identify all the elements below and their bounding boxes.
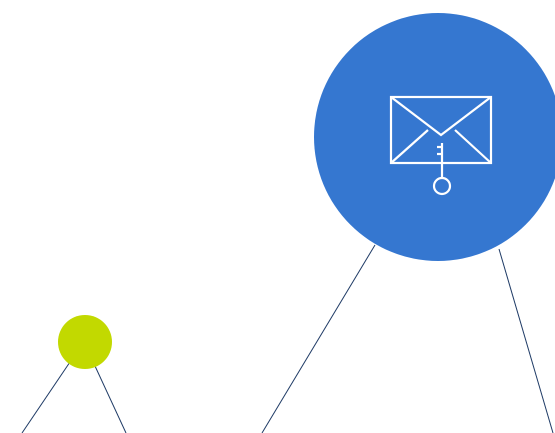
connector-line-large-right (498, 248, 554, 433)
connector-line-small-right (94, 365, 127, 433)
diagram-svg (21, 13, 555, 433)
diagram-canvas (0, 0, 555, 433)
connector-line-large-left (261, 244, 376, 433)
primary-node (314, 13, 555, 261)
secondary-node (58, 315, 112, 369)
connector-line-small-left (21, 361, 71, 433)
